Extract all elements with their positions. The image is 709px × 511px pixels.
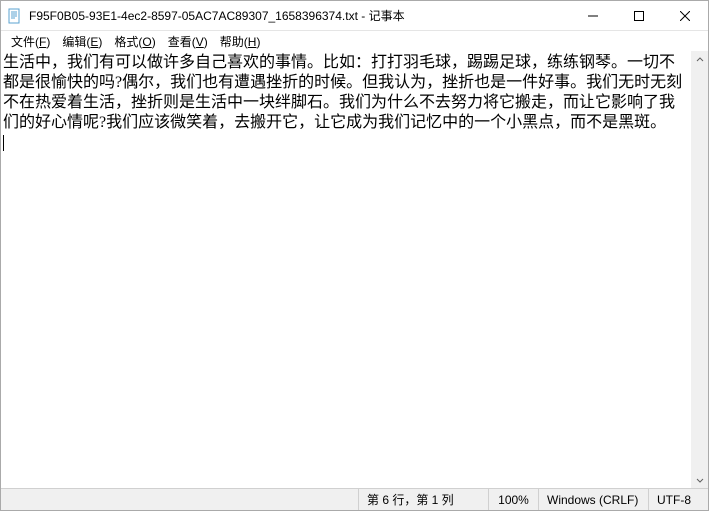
status-position: 第 6 行，第 1 列 <box>358 489 488 510</box>
menu-edit[interactable]: 编辑(E) <box>56 32 108 51</box>
scroll-up-button[interactable] <box>691 51 708 68</box>
statusbar: 第 6 行，第 1 列 100% Windows (CRLF) UTF-8 <box>1 488 708 510</box>
close-button[interactable] <box>662 1 708 31</box>
status-encoding: UTF-8 <box>648 489 708 510</box>
titlebar: F95F0B05-93E1-4ec2-8597-05AC7AC89307_165… <box>1 1 708 31</box>
app-icon <box>7 8 23 24</box>
menu-format[interactable]: 格式(O) <box>108 32 161 51</box>
notepad-window: F95F0B05-93E1-4ec2-8597-05AC7AC89307_165… <box>0 0 709 511</box>
close-icon <box>680 11 690 21</box>
menu-help[interactable]: 帮助(H) <box>214 32 267 51</box>
editor-text[interactable]: 生活中，我们有可以做许多自己喜欢的事情。比如：打打羽毛球，踢踢足球，练练钢琴。一… <box>3 53 690 153</box>
scroll-down-button[interactable] <box>691 471 708 488</box>
menu-view[interactable]: 查看(V) <box>162 32 214 51</box>
menu-file[interactable]: 文件(F) <box>5 32 56 51</box>
status-zoom: 100% <box>488 489 538 510</box>
status-spacer <box>1 489 358 510</box>
vertical-scrollbar[interactable] <box>691 51 708 488</box>
maximize-icon <box>634 11 644 21</box>
minimize-icon <box>588 11 598 21</box>
maximize-button[interactable] <box>616 1 662 31</box>
scroll-track[interactable] <box>691 68 708 471</box>
text-caret <box>3 135 4 151</box>
window-title: F95F0B05-93E1-4ec2-8597-05AC7AC89307_165… <box>29 7 405 24</box>
minimize-button[interactable] <box>570 1 616 31</box>
editor-area[interactable]: 生活中，我们有可以做许多自己喜欢的事情。比如：打打羽毛球，踢踢足球，练练钢琴。一… <box>1 51 708 488</box>
chevron-down-icon <box>696 476 704 484</box>
editor-content: 生活中，我们有可以做许多自己喜欢的事情。比如：打打羽毛球，踢踢足球，练练钢琴。一… <box>3 54 682 131</box>
menubar: 文件(F) 编辑(E) 格式(O) 查看(V) 帮助(H) <box>1 31 708 51</box>
status-eol: Windows (CRLF) <box>538 489 648 510</box>
chevron-up-icon <box>696 56 704 64</box>
